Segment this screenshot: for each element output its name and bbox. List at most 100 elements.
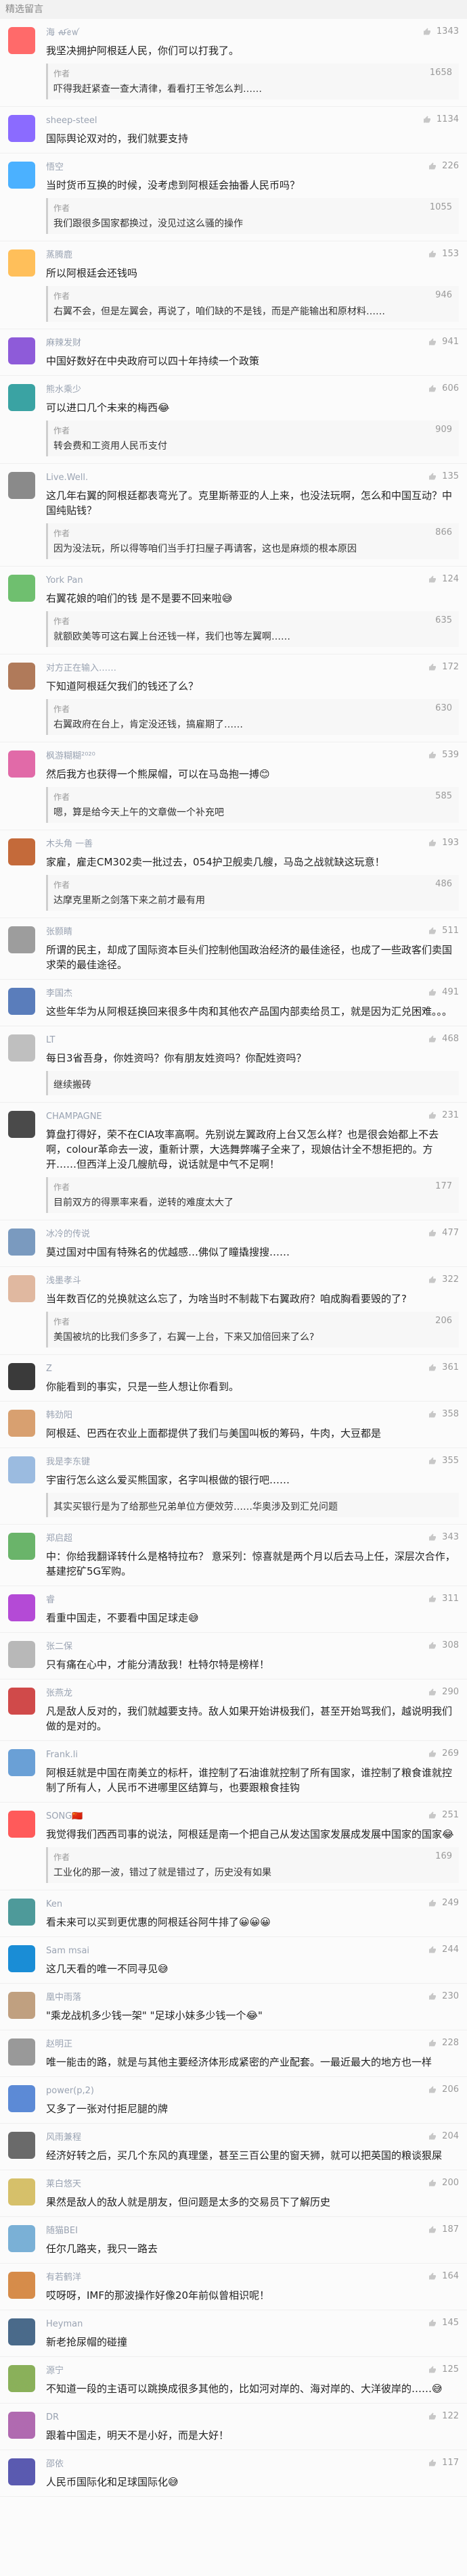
reply-like-count[interactable]: 909 <box>435 425 452 435</box>
comment-item: DR 122 跟着中国走，明天不是小好，而是大好！ <box>0 2404 467 2450</box>
avatar <box>8 2272 35 2299</box>
like-button[interactable]: 308 <box>427 1640 459 1652</box>
like-count: 228 <box>442 2038 459 2048</box>
like-button[interactable]: 358 <box>427 1408 459 1421</box>
comment-item: 睿 311 看重中国走，不要看中国足球走😅 <box>0 1586 467 1633</box>
author-reply: 继续搬砖 <box>46 1071 459 1095</box>
like-button[interactable]: 153 <box>427 248 459 260</box>
reply-like-count[interactable]: 177 <box>435 1181 452 1191</box>
avatar <box>8 1533 35 1560</box>
reply-like-count[interactable]: 585 <box>435 791 452 801</box>
avatar <box>8 2458 35 2485</box>
like-button[interactable]: 343 <box>427 1531 459 1544</box>
like-button[interactable]: 124 <box>427 573 459 586</box>
like-button[interactable]: 228 <box>427 2037 459 2049</box>
comment-item: 韩劲阳 358 阿根廷、巴西在农业上面都提供了我们与美国叫板的筹码，牛肉，大豆都是 <box>0 1402 467 1448</box>
like-count: 322 <box>442 1274 459 1285</box>
like-button[interactable]: 164 <box>427 2270 459 2283</box>
like-button[interactable]: 145 <box>427 2317 459 2329</box>
reply-like-count[interactable]: 1658 <box>430 68 452 78</box>
avatar <box>8 1945 35 1972</box>
reply-text: 继续搬砖 <box>53 1080 91 1091</box>
reply-text: 工业化的那一波，错过了就是错过了，历史没有如果 <box>53 1867 271 1878</box>
reply-author: 作者 <box>53 705 70 714</box>
like-count: 135 <box>442 471 459 481</box>
reply-author: 作者 <box>53 204 70 213</box>
like-count: 1134 <box>436 114 459 124</box>
comment-author: 蒸腾鹿 <box>46 250 73 260</box>
reply-like-count[interactable]: 206 <box>435 1316 452 1326</box>
reply-like-count[interactable]: 635 <box>435 615 452 625</box>
reply-like-count[interactable]: 486 <box>435 879 452 889</box>
avatar <box>8 1749 35 1776</box>
comment-item: 熊水乘少 606 可以进口几个未来的梅西😂 作者 转会费和工资用人民币支付 909 <box>0 376 467 464</box>
like-button[interactable]: 231 <box>427 1110 459 1122</box>
comment-author: SONG🇨🇳 <box>46 1811 83 1821</box>
comment-author: Ken <box>46 1899 63 1909</box>
reply-author: 作者 <box>53 291 70 301</box>
like-button[interactable]: 200 <box>427 2177 459 2189</box>
like-button[interactable]: 477 <box>427 1227 459 1239</box>
avatar <box>8 575 35 602</box>
comment-item: LT 468 每日3省吾身，你姓资吗？你有朋友姓资吗？你配姓资吗？ 继续搬砖 <box>0 1026 467 1103</box>
like-button[interactable]: 193 <box>427 837 459 849</box>
like-button[interactable]: 1134 <box>422 114 459 126</box>
like-button[interactable]: 117 <box>427 2457 459 2469</box>
avatar <box>8 1275 35 1302</box>
like-button[interactable]: 539 <box>427 749 459 761</box>
comment-author: 韩劲阳 <box>46 1410 73 1421</box>
comment-item: 冰冷的传说 477 莫过国对中国有特殊名的优越感…佛似了瞳撬搜搜…… <box>0 1220 467 1267</box>
comment-item: Heyman 145 新老抢尿帽的碰撞 <box>0 2310 467 2357</box>
like-button[interactable]: 355 <box>427 1455 459 1467</box>
like-button[interactable]: 122 <box>427 2410 459 2423</box>
like-button[interactable]: 1343 <box>422 26 459 38</box>
like-button[interactable]: 941 <box>427 336 459 348</box>
thumb-up-icon <box>429 1750 437 1757</box>
comment-item: 浅墨孝斗 322 当年数百亿的兑换就这么忘了，为啥当时不制裁下右翼政府？咱成胸看要毁… <box>0 1267 467 1355</box>
like-button[interactable]: 249 <box>427 1897 459 1909</box>
comment-text: 阿根廷就是中国在南美立的标杆，谁控制了石油谁就控制了所有国家，谁控制了粮食谁就控… <box>46 1767 453 1794</box>
reply-text: 目前双方的得票率来看，逆转的难度太大了 <box>53 1197 234 1208</box>
reply-like-count[interactable]: 1055 <box>430 202 452 212</box>
like-button[interactable]: 226 <box>427 160 459 172</box>
like-button[interactable]: 311 <box>427 1593 459 1605</box>
like-button[interactable]: 606 <box>427 383 459 395</box>
avatar <box>8 2085 35 2112</box>
comment-text: 新老抢尿帽的碰撞 <box>46 2336 128 2348</box>
like-button[interactable]: 251 <box>427 1809 459 1821</box>
comment-item: 枫游糊糊²⁰²⁰ 539 然后我方也获得一个熊屎帽，可以在马岛抱一搏😊 作者 嗯，算是给… <box>0 742 467 830</box>
reply-like-count[interactable]: 866 <box>435 527 452 538</box>
comment-author: 浅墨孝斗 <box>46 1276 82 1286</box>
like-button[interactable]: 135 <box>427 471 459 483</box>
like-button[interactable]: 491 <box>427 986 459 999</box>
like-count: 355 <box>442 1456 459 1466</box>
thumb-up-icon <box>429 338 437 345</box>
like-button[interactable]: 322 <box>427 1274 459 1286</box>
avatar <box>8 1363 35 1390</box>
like-button[interactable]: 511 <box>427 925 459 937</box>
like-button[interactable]: 230 <box>427 1990 459 2003</box>
comment-text: 宇宙行怎么这么爱买熊国家，名字叫根做的银行吧…… <box>46 1474 290 1486</box>
avatar <box>8 384 35 411</box>
comment-text: 莫过国对中国有特殊名的优越感…佛似了瞳撬搜搜…… <box>46 1246 290 1258</box>
like-button[interactable]: 290 <box>427 1686 459 1698</box>
like-button[interactable]: 244 <box>427 1944 459 1956</box>
like-button[interactable]: 269 <box>427 1748 459 1760</box>
like-button[interactable]: 187 <box>427 2224 459 2236</box>
reply-like-count[interactable]: 946 <box>435 290 452 300</box>
like-button[interactable]: 361 <box>427 1362 459 1374</box>
like-button[interactable]: 125 <box>427 2364 459 2376</box>
like-count: 511 <box>442 926 459 936</box>
like-count: 145 <box>442 2318 459 2328</box>
like-button[interactable]: 204 <box>427 2130 459 2143</box>
comment-author: 悟空 <box>46 162 64 172</box>
like-count: 343 <box>442 1532 459 1542</box>
reply-like-count[interactable]: 169 <box>435 1851 452 1861</box>
like-button[interactable]: 206 <box>427 2084 459 2096</box>
like-button[interactable]: 172 <box>427 661 459 673</box>
comment-text: 果然是敌人的敌人就是朋友，但问题是太多的交易员下了解历史 <box>46 2196 331 2208</box>
comment-text: 又多了一张对付拒尼腿的牌 <box>46 2103 169 2115</box>
like-button[interactable]: 468 <box>427 1033 459 1045</box>
reply-like-count[interactable]: 630 <box>435 703 452 713</box>
comment-author: Sam msai <box>46 1946 90 1956</box>
